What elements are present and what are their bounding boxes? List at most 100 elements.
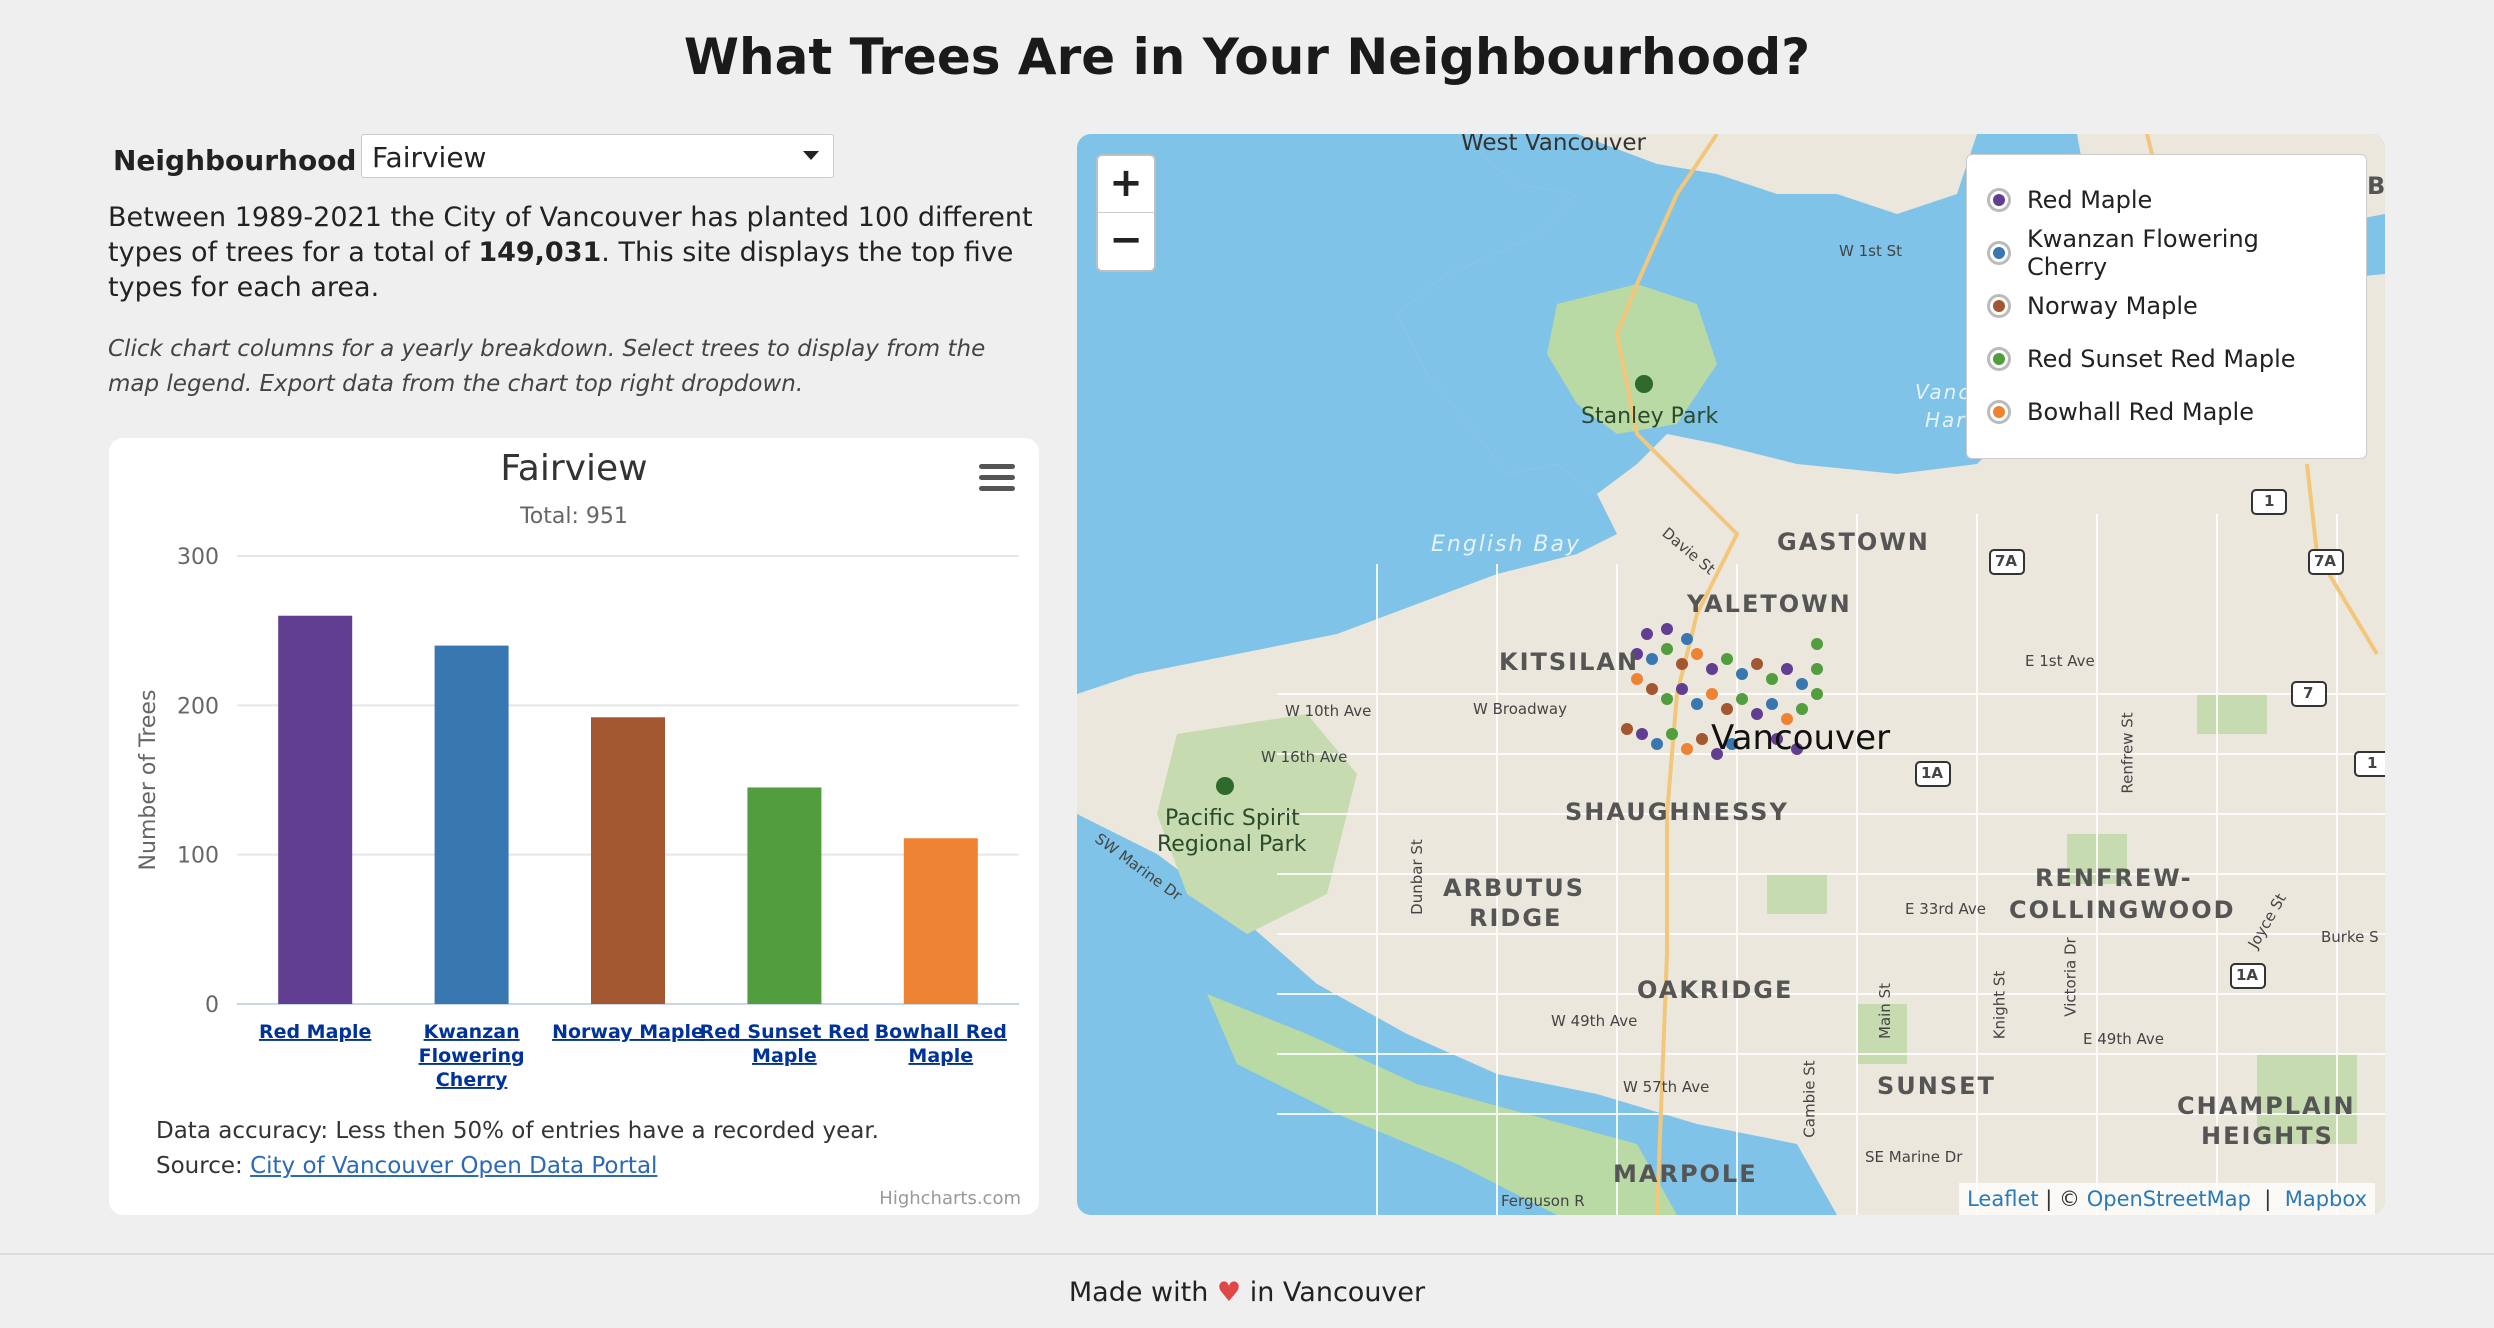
- legend-label: Norway Maple: [2027, 291, 2198, 320]
- map-label-w57th: W 57th Ave: [1623, 1078, 1710, 1096]
- source-prefix: Source:: [156, 1153, 251, 1179]
- map-label-dunbar: Dunbar St: [1407, 839, 1426, 915]
- map-label-kitsilano: KITSILAN: [1499, 648, 1640, 676]
- map-label-victoria: Victoria Dr: [2061, 937, 2080, 1017]
- source-line: Source: City of Vancouver Open Data Port…: [156, 1153, 657, 1179]
- map-legend: Red Maple Kwanzan Flowering Cherry Norwa…: [1966, 154, 2367, 459]
- chevron-down-icon: [803, 151, 819, 160]
- map-label-shield-1-b: 1: [2367, 754, 2378, 772]
- chart-card: Fairview Total: 951 0 100 200 300 Number of …: [109, 438, 1039, 1215]
- map-label-west-vancouver: West Vancouver: [1461, 134, 1646, 156]
- map-label-renfrew-st: Renfrew St: [2118, 712, 2137, 794]
- x-tick-label: Bowhall Red: [875, 1021, 1007, 1043]
- legend-label: Red Maple: [2027, 185, 2153, 214]
- map-label-renfrew: RENFREW-: [2035, 864, 2193, 892]
- y-tick-label: 200: [177, 694, 219, 719]
- map-label-collingwood: COLLINGWOOD: [2009, 896, 2236, 924]
- map-label-wbroadway: W Broadway: [1473, 700, 1567, 718]
- legend-marker-icon: [1987, 240, 2011, 265]
- legend-item-bowhall-red-maple[interactable]: Bowhall Red Maple: [1987, 385, 2346, 438]
- leaflet-link[interactable]: Leaflet: [1967, 1187, 2039, 1211]
- map-label-vancouver: Vancouver: [1711, 718, 1891, 758]
- legend-item-red-sunset-red-maple[interactable]: Red Sunset Red Maple: [1987, 332, 2346, 385]
- x-tick-label: Red Maple: [259, 1021, 371, 1043]
- map-label-se-marine: SE Marine Dr: [1865, 1148, 1963, 1166]
- legend-item-norway-maple[interactable]: Norway Maple: [1987, 279, 2346, 332]
- instructions-text: Click chart columns for a yearly breakdo…: [108, 336, 986, 397]
- legend-label: Red Sunset Red Maple: [2027, 344, 2296, 373]
- map-label-sunset: SUNSET: [1877, 1072, 1996, 1100]
- zoom-in-button[interactable]: +: [1098, 156, 1154, 213]
- map-label-cambie: Cambie St: [1800, 1060, 1819, 1138]
- map-label-gastown: GASTOWN: [1777, 528, 1930, 556]
- legend-marker-icon: [1987, 399, 2011, 424]
- map-label-marpole: MARPOLE: [1613, 1160, 1758, 1188]
- page-title: What Trees Are in Your Neighbourhood?: [683, 28, 1811, 86]
- x-tick-label: Red Sunset Red: [700, 1021, 869, 1043]
- map-label-e49th: E 49th Ave: [2083, 1030, 2164, 1048]
- x-tick-label: Maple: [752, 1045, 817, 1067]
- zoom-out-button[interactable]: −: [1098, 213, 1154, 270]
- legend-item-kwanzan-flowering-cherry[interactable]: Kwanzan Flowering Cherry: [1987, 224, 2346, 281]
- map-label-e1st: E 1st Ave: [2025, 652, 2095, 670]
- y-tick-label: 100: [177, 844, 219, 869]
- footer-text-after: in Vancouver: [1241, 1277, 1426, 1308]
- map-label-w10th: W 10th Ave: [1285, 702, 1372, 720]
- map-label-knight: Knight St: [1990, 970, 2009, 1040]
- attribution-sep: | ©: [2038, 1187, 2087, 1211]
- map-label-oakridge: OAKRIDGE: [1637, 976, 1794, 1004]
- intro-total: 149,031: [478, 237, 602, 268]
- map-label-bi: BI: [2367, 172, 2385, 200]
- map-attribution: Leaflet | © OpenStreetMap | Mapbox: [1959, 1183, 2375, 1215]
- map-label-pacific-spirit: Pacific Spirit: [1165, 806, 1300, 831]
- map-label-w16th: W 16th Ave: [1261, 748, 1348, 766]
- map-label-arbutus: ARBUTUS: [1443, 874, 1585, 902]
- footer: Made with ♥ in Vancouver: [0, 1253, 2494, 1328]
- bar-chart: 0 100 200 300 Number of Trees Red Maple Kwanza…: [136, 545, 1019, 1091]
- zoom-control: + −: [1096, 154, 1156, 272]
- data-accuracy-note: Data accuracy: Less then 50% of entries …: [156, 1118, 879, 1144]
- map-label-stanley-park: Stanley Park: [1581, 404, 1719, 429]
- neighbourhood-label: Neighbourhood: [113, 144, 357, 177]
- map-label-w49th: W 49th Ave: [1551, 1012, 1638, 1030]
- bar-kwanzan-flowering-cherry[interactable]: [434, 645, 509, 1004]
- bar-bowhall-red-maple[interactable]: [903, 838, 978, 1004]
- map-label-regional-park: Regional Park: [1157, 832, 1307, 857]
- map-label-w1st: W 1st St: [1839, 242, 1903, 260]
- map-label-shield-7: 7: [2303, 684, 2314, 702]
- map-label-yaletown: YALETOWN: [1687, 590, 1852, 618]
- map-label-shield-1a-1: 1A: [1921, 764, 1944, 782]
- y-tick-label: 0: [205, 993, 219, 1018]
- attribution-sep-2: |: [2250, 1187, 2285, 1211]
- map-label-ridge: RIDGE: [1469, 904, 1563, 932]
- x-tick-label: Norway Maple: [552, 1021, 704, 1043]
- footer-text-before: Made with: [1068, 1277, 1217, 1308]
- openstreetmap-link[interactable]: OpenStreetMap: [2087, 1187, 2251, 1211]
- map-label-champlain: CHAMPLAIN: [2177, 1092, 2356, 1120]
- bar-norway-maple[interactable]: [591, 717, 665, 1004]
- legend-label: Bowhall Red Maple: [2027, 397, 2254, 426]
- bar-red-maple[interactable]: [278, 615, 353, 1004]
- legend-item-red-maple[interactable]: Red Maple: [1987, 173, 2346, 226]
- map-label-e33rd: E 33rd Ave: [1905, 900, 1987, 918]
- legend-marker-icon: [1987, 293, 2011, 318]
- x-tick-label: Flowering: [419, 1045, 525, 1067]
- legend-label: Kwanzan Flowering Cherry: [2026, 224, 2259, 281]
- highcharts-credits[interactable]: Highcharts.com: [879, 1188, 1021, 1209]
- heart-icon: ♥: [1216, 1277, 1242, 1308]
- mapbox-link[interactable]: Mapbox: [2285, 1187, 2367, 1211]
- x-tick-label: Kwanzan: [424, 1021, 520, 1043]
- map-label-shield-7a-2: 7A: [2314, 552, 2337, 570]
- map[interactable]: West Vancouver Stanley Park English Bay …: [1077, 134, 2385, 1215]
- map-label-shield-7a-1: 7A: [1995, 552, 2018, 570]
- bar-red-sunset-red-maple[interactable]: [747, 787, 822, 1004]
- y-axis-title: Number of Trees: [136, 690, 161, 871]
- y-tick-label: 300: [177, 545, 219, 570]
- map-label-shield-1: 1: [2264, 492, 2275, 510]
- map-label-heights: HEIGHTS: [2201, 1122, 2334, 1150]
- neighbourhood-select[interactable]: Fairview: [361, 134, 834, 178]
- source-link[interactable]: City of Vancouver Open Data Portal: [250, 1153, 657, 1179]
- x-tick-label: Cherry: [436, 1069, 508, 1091]
- map-label-ferguson: Ferguson R: [1501, 1192, 1585, 1210]
- neighbourhood-select-value: Fairview: [372, 141, 487, 174]
